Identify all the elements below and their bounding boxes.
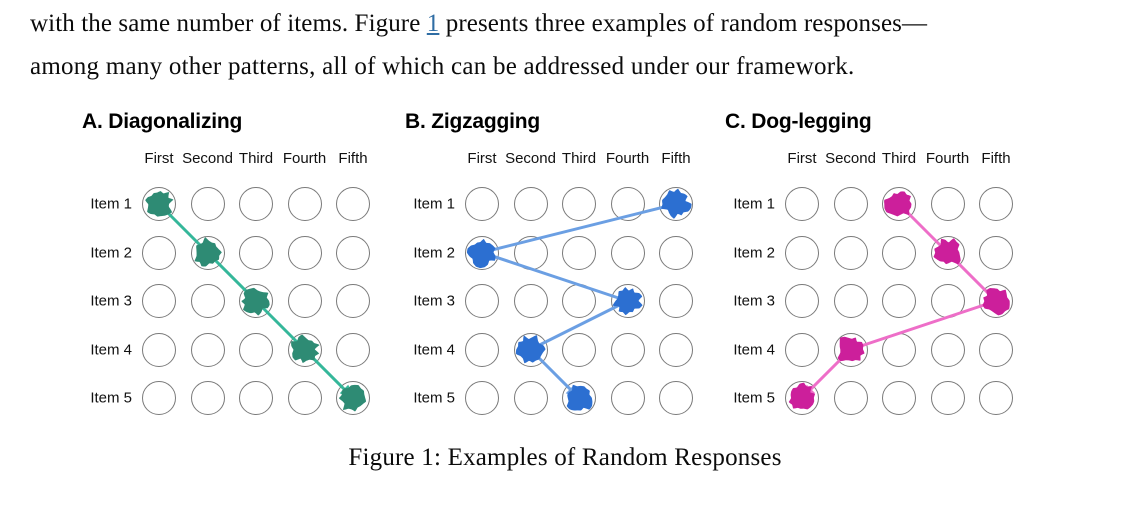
selected-response-marker[interactable] [884, 191, 912, 217]
paragraph-line2: among many other patterns, all of which … [30, 53, 855, 80]
response-trace-line [480, 202, 678, 400]
selected-response-marker[interactable] [145, 191, 174, 217]
panel-b-zigzagging: B. Zigzagging First Second Third Fourth Fift… [393, 110, 723, 430]
selected-response-marker[interactable] [661, 188, 692, 219]
figure-reference-link[interactable]: 1 [427, 10, 440, 37]
selected-response-marker[interactable] [788, 382, 816, 410]
selected-response-marker[interactable] [612, 287, 643, 316]
panel-a-response-path [145, 191, 366, 412]
panel-a-title: A. Diagonalizing [82, 110, 243, 133]
panel-a-grid: First Second Third Fourth Fifth Item 1 Item 2I… [70, 140, 400, 430]
selected-response-marker[interactable] [837, 336, 865, 362]
figure-1: A. Diagonalizing First Second Third Fourth F… [0, 110, 1130, 518]
panel-c-response-path [788, 191, 1010, 410]
body-paragraph: with the same number of items. Figure 1 … [30, 2, 1102, 88]
panel-b-response-path [466, 188, 692, 411]
panel-c-doglegging: C. Dog-legging First Second Third Fourth Fif… [713, 110, 1043, 430]
selected-response-marker[interactable] [982, 287, 1010, 316]
panel-b-grid: First Second Third Fourth Fifth Item 1 Item 2I… [393, 140, 723, 430]
panel-b-title: B. Zigzagging [405, 110, 541, 133]
paragraph-line1-before: with the same number of items. Figure [30, 10, 427, 37]
figure-caption: Figure 1: Examples of Random Responses [348, 444, 782, 471]
response-trace-line [800, 202, 998, 400]
panel-c-grid: First Second Third Fourth Fifth Item 1 Item 2I… [713, 140, 1043, 430]
paragraph-line1-after: presents three examples of random respon… [439, 10, 928, 37]
panel-a-diagonalizing: A. Diagonalizing First Second Third Fourth F… [70, 110, 400, 430]
panel-c-title: C. Dog-legging [725, 110, 872, 133]
selected-response-marker[interactable] [466, 238, 496, 269]
